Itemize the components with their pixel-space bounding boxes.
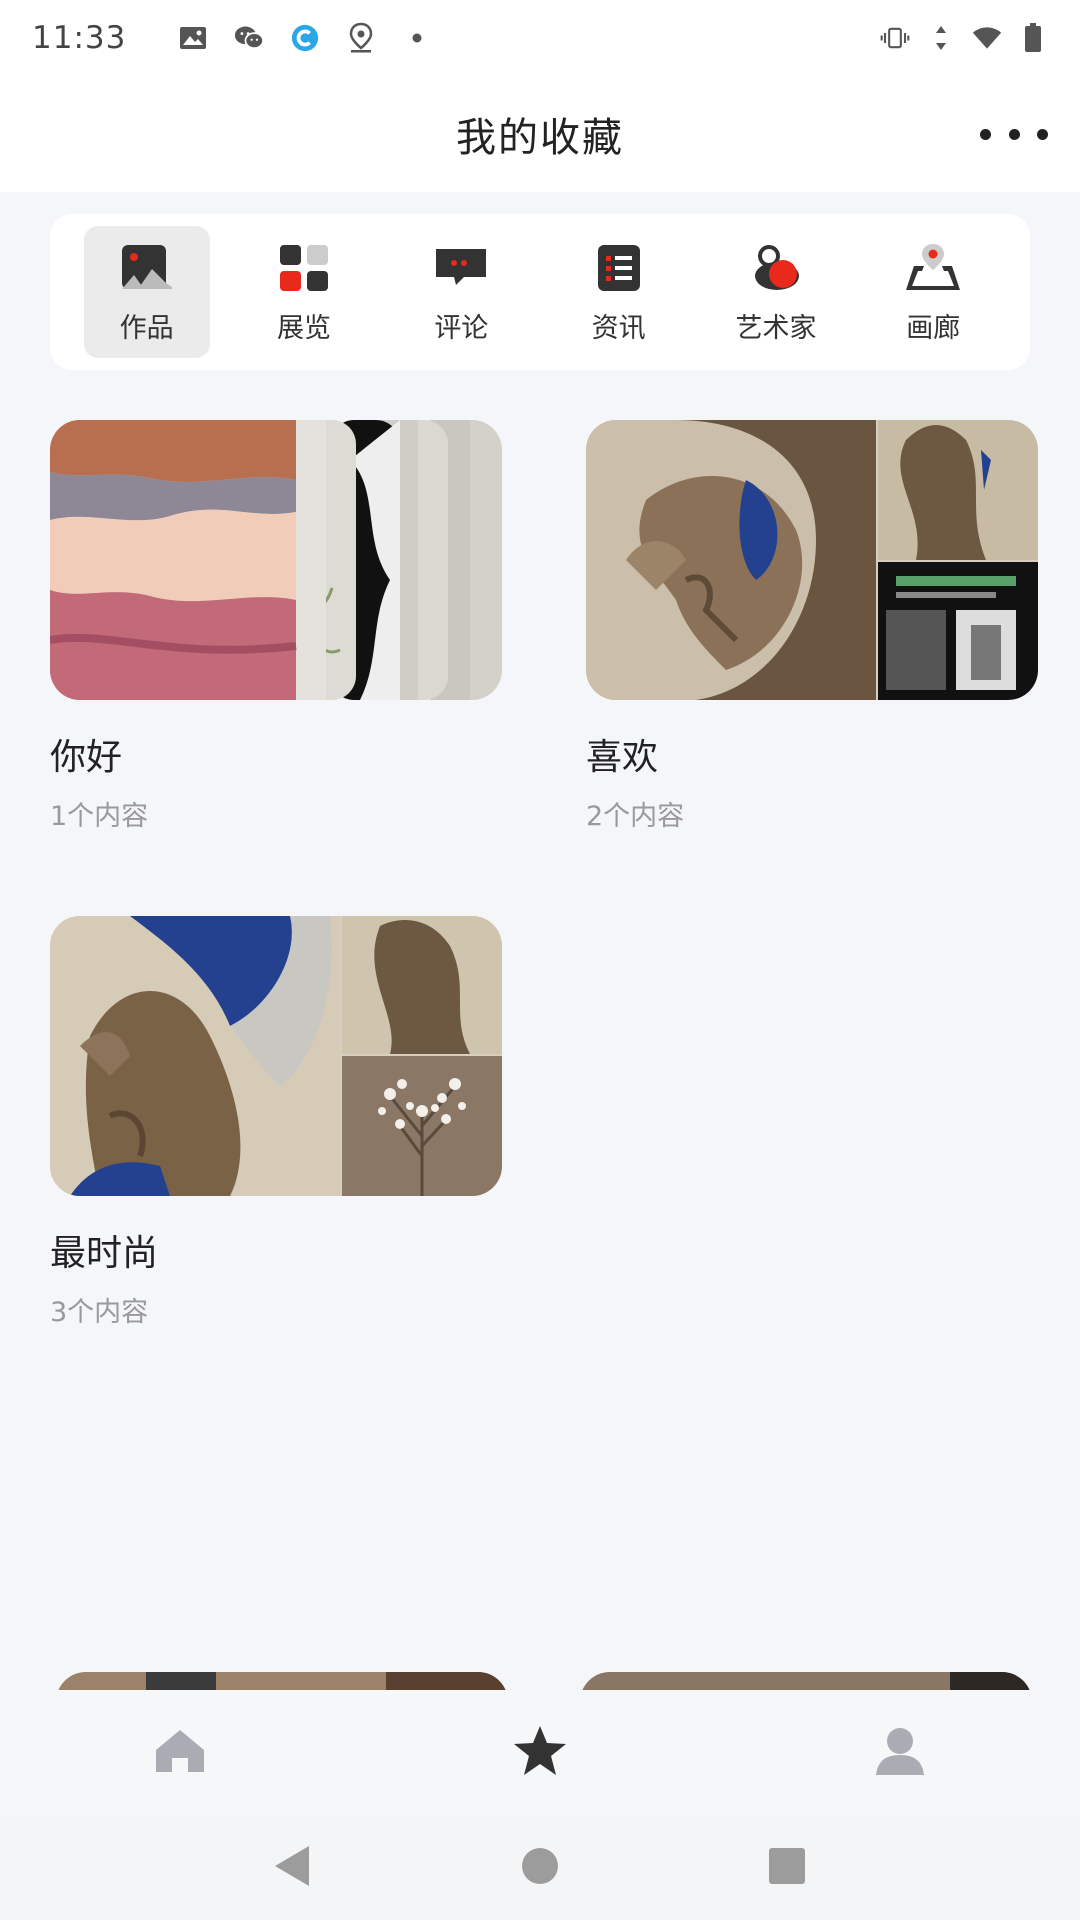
more-dot [1037, 128, 1048, 140]
collection-card[interactable]: 你好 1个内容 [50, 420, 502, 833]
tab-comment[interactable]: 评论 [398, 226, 524, 358]
data-arrows-icon [926, 23, 956, 53]
image-icon [178, 23, 208, 53]
collection-count: 1个内容 [50, 801, 149, 832]
bottom-tab-bar [0, 1690, 1080, 1816]
tab-profile[interactable] [720, 1690, 1080, 1816]
category-tabs: 作品 展览 评论 资讯 艺术家 画廊 [50, 214, 1030, 370]
collection-card[interactable]: 喜欢 2个内容 [586, 420, 1038, 833]
more-dots-icon [980, 128, 991, 140]
tab-artist[interactable]: 艺术家 [713, 226, 839, 358]
tab-label: 作品 [119, 312, 174, 344]
collection-title: 你好 [50, 737, 123, 778]
home-circle-icon[interactable] [520, 1846, 560, 1890]
collection-count: 2个内容 [586, 801, 685, 832]
collection-count: 3个内容 [50, 1297, 149, 1328]
comment-icon [431, 240, 491, 296]
wechat-icon [234, 23, 264, 53]
status-bar: 11:33 [0, 0, 1080, 76]
tab-label: 评论 [434, 312, 489, 344]
wifi-icon [972, 23, 1002, 53]
tab-artwork[interactable]: 作品 [83, 226, 210, 358]
back-icon[interactable] [273, 1844, 313, 1892]
header: 我的收藏 [0, 76, 1080, 192]
tab-exhibition[interactable]: 展览 [241, 226, 367, 358]
exhibition-icon [274, 240, 334, 296]
status-time: 11:33 [32, 20, 127, 56]
tab-news[interactable]: 资讯 [556, 226, 682, 358]
more-button[interactable] [974, 114, 1054, 154]
star-icon [512, 1724, 568, 1782]
profile-icon [874, 1725, 926, 1781]
home-icon [154, 1728, 206, 1778]
news-icon [589, 240, 649, 296]
collection-cover [50, 420, 502, 700]
gallery-icon [903, 240, 963, 296]
notification-icons [178, 22, 432, 53]
tab-label: 资讯 [591, 312, 646, 344]
dot-icon [402, 23, 432, 53]
collection-title: 最时尚 [50, 1233, 159, 1274]
collection-title: 喜欢 [586, 737, 659, 778]
system-icons [880, 23, 1048, 53]
tab-label: 展览 [276, 312, 331, 344]
location-icon [346, 22, 376, 53]
app-c-icon [290, 23, 320, 53]
tab-gallery[interactable]: 画廊 [870, 226, 996, 358]
tab-favorites[interactable] [360, 1690, 720, 1816]
recents-icon[interactable] [767, 1846, 807, 1890]
tab-home[interactable] [0, 1690, 360, 1816]
artist-icon [746, 240, 806, 296]
more-dot [1008, 128, 1020, 140]
tab-label: 画廊 [906, 312, 961, 344]
vibrate-icon [880, 23, 910, 53]
tab-label: 艺术家 [735, 312, 817, 344]
collection-card[interactable]: 最时尚 3个内容 [50, 916, 502, 1329]
collection-cover [586, 420, 1038, 700]
page-title: 我的收藏 [456, 115, 624, 161]
system-nav-bar [0, 1816, 1080, 1920]
battery-icon [1018, 23, 1048, 53]
artwork-icon [117, 240, 177, 296]
collection-cover [50, 916, 502, 1196]
